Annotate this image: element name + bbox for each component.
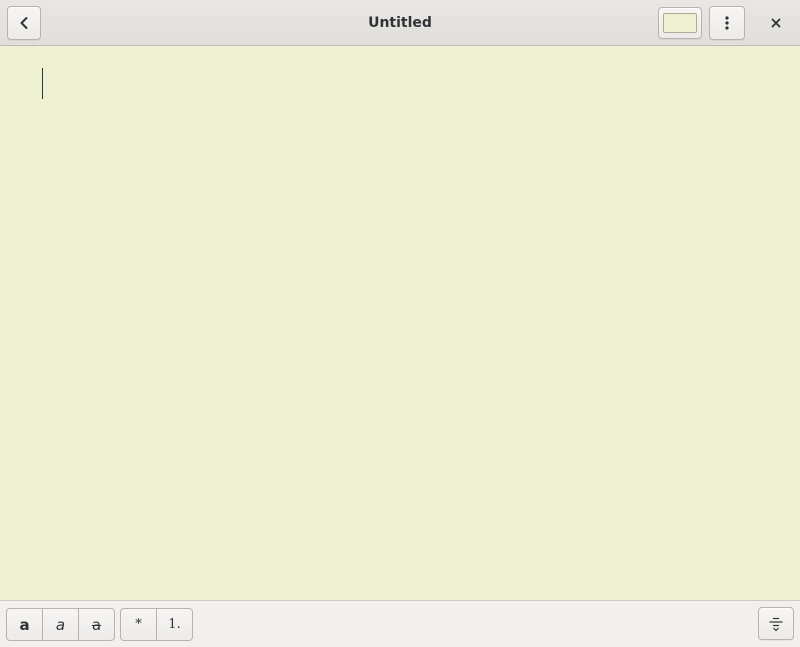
color-swatch xyxy=(663,13,697,33)
close-button[interactable] xyxy=(760,7,792,39)
list-format-group: * 1. xyxy=(120,608,193,641)
text-alignment-icon xyxy=(769,617,783,631)
italic-button[interactable]: a xyxy=(42,608,79,641)
go-previous-icon xyxy=(20,17,28,29)
text-alignment-button[interactable] xyxy=(758,607,794,640)
formatting-toolbar: a a a * 1. xyxy=(0,600,800,647)
bullet-list-label: * xyxy=(135,617,142,632)
format-text-italic-icon: a xyxy=(55,615,66,634)
view-more-icon xyxy=(725,16,729,30)
headerbar: Untitled xyxy=(0,0,800,46)
bullet-list-button[interactable]: * xyxy=(120,608,157,641)
notes-window: Untitled a a a * 1. xyxy=(0,0,800,647)
numbered-list-label: 1. xyxy=(168,617,181,632)
text-format-group: a a a xyxy=(6,608,115,641)
menu-button[interactable] xyxy=(709,6,745,40)
format-text-bold-icon: a xyxy=(19,615,30,634)
window-close-icon xyxy=(771,18,781,28)
bold-button[interactable]: a xyxy=(6,608,43,641)
text-cursor xyxy=(42,68,43,99)
strikethrough-button[interactable]: a xyxy=(78,608,115,641)
back-button[interactable] xyxy=(7,6,41,40)
format-text-strikethrough-icon: a xyxy=(91,615,102,634)
note-text-area[interactable] xyxy=(0,47,800,600)
note-color-button[interactable] xyxy=(658,7,702,39)
numbered-list-button[interactable]: 1. xyxy=(156,608,193,641)
window-title: Untitled xyxy=(368,15,432,31)
